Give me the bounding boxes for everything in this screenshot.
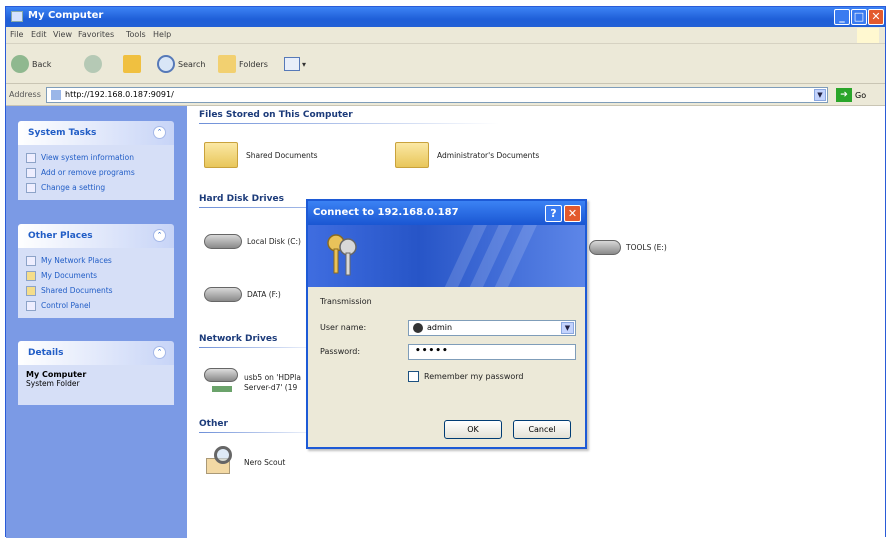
other-places-panel: Other Places ⌃ My Network Places My Docu… [18,224,174,318]
menu-edit[interactable]: Edit [31,30,47,39]
cancel-button[interactable]: Cancel [513,420,571,439]
user-name-combobox[interactable]: admin ▼ [408,320,576,336]
control-panel-icon [26,182,36,193]
toolbar: Back Search Folders ▾ [6,44,885,84]
dialog-message: Transmission [320,297,372,306]
address-label: Address [9,90,41,99]
title-bar[interactable]: My Computer _ □ ✕ [6,7,885,27]
minimize-button[interactable]: _ [834,9,850,25]
back-arrow-icon [11,55,29,73]
place-control-panel[interactable]: Control Panel [26,298,166,313]
details-type: System Folder [26,379,80,388]
search-icon [157,55,175,73]
help-button[interactable]: ? [545,205,562,222]
folder-icon [26,285,36,296]
dialog-title: Connect to 192.168.0.187 [313,207,459,218]
hard-disk-icon [589,240,621,255]
dialog-close-button[interactable]: ✕ [564,205,581,222]
group-header-files: Files Stored on This Computer [199,110,353,120]
hard-disk-icon [204,287,242,302]
details-name: My Computer [26,370,87,379]
window-title: My Computer [28,10,104,21]
folder-administrator-documents[interactable]: Administrator's Documents [395,142,539,168]
group-divider [199,123,499,124]
go-button[interactable]: ➔ Go [836,88,866,102]
search-button[interactable]: Search [157,54,205,74]
forward-arrow-icon [84,55,102,73]
user-icon [413,323,423,333]
folders-button[interactable]: Folders [218,54,268,74]
details-header[interactable]: Details ⌃ [18,341,174,365]
address-bar: Address http://192.168.0.187:9091/ ▼ ➔ G… [6,84,885,106]
collapse-icon[interactable]: ⌃ [153,126,166,139]
task-add-remove-programs[interactable]: Add or remove programs [26,165,166,180]
programs-icon [26,167,36,178]
network-drive-usb5[interactable]: usb5 on 'HDPla Server-d7' (19 [204,368,301,398]
user-name-value: admin [427,323,453,332]
dialog-title-bar[interactable]: Connect to 192.168.0.187 ? ✕ [308,201,585,225]
drive-local-disk-c[interactable]: Local Disk (C:) [204,234,301,249]
task-view-system-info[interactable]: View system information [26,150,166,165]
place-my-documents[interactable]: My Documents [26,268,166,283]
password-field[interactable]: ••••• [408,344,576,360]
user-name-label: User name: [320,323,367,332]
folder-icon [204,142,238,168]
task-change-setting[interactable]: Change a setting [26,180,166,195]
windows-flag-icon [857,28,879,43]
back-button[interactable]: Back [11,54,51,74]
menu-favorites[interactable]: Favorites [78,30,114,39]
password-label: Password: [320,347,361,356]
up-folder-button[interactable] [123,54,144,74]
network-drive-icon [204,368,238,398]
up-arrow-icon [123,55,141,73]
hard-disk-icon [204,234,242,249]
views-icon [284,57,300,71]
views-button[interactable]: ▾ [284,54,306,74]
group-header-network-drives: Network Drives [199,334,278,344]
collapse-icon[interactable]: ⌃ [153,346,166,359]
other-places-header[interactable]: Other Places ⌃ [18,224,174,248]
menu-file[interactable]: File [10,30,23,39]
folder-icon [26,270,36,281]
maximize-button[interactable]: □ [851,9,867,25]
nero-scout-icon [204,446,236,478]
task-pane: System Tasks ⌃ View system information A… [6,106,187,538]
group-header-other: Other [199,419,228,429]
folder-shared-documents[interactable]: Shared Documents [204,142,318,168]
network-places-icon [26,255,36,266]
address-dropdown-icon[interactable]: ▼ [814,89,826,101]
go-arrow-icon: ➔ [836,88,852,102]
collapse-icon[interactable]: ⌃ [153,229,166,242]
chevron-down-icon[interactable]: ▼ [561,322,574,334]
address-input[interactable]: http://192.168.0.187:9091/ ▼ [46,87,828,103]
dialog-banner [308,225,585,287]
connect-dialog: Connect to 192.168.0.187 ? ✕ Transmissio… [306,199,587,449]
place-my-network-places[interactable]: My Network Places [26,253,166,268]
address-value: http://192.168.0.187:9091/ [65,90,174,99]
my-computer-icon [11,11,23,22]
place-shared-documents[interactable]: Shared Documents [26,283,166,298]
drive-data-f[interactable]: DATA (F:) [204,287,281,302]
remember-password-checkbox[interactable] [408,371,419,382]
system-tasks-header[interactable]: System Tasks ⌃ [18,121,174,145]
drive-tools-e[interactable]: TOOLS (E:) [589,240,667,255]
ok-button[interactable]: OK [444,420,502,439]
web-page-icon [51,90,61,100]
remember-password-label[interactable]: Remember my password [424,372,524,381]
group-header-hard-disks: Hard Disk Drives [199,194,284,204]
menu-view[interactable]: View [53,30,72,39]
folder-icon [395,142,429,168]
menu-bar: File Edit View Favorites Tools Help [6,27,885,44]
system-info-icon [26,152,36,163]
keys-icon [327,234,357,276]
folders-icon [218,55,236,73]
close-button[interactable]: ✕ [868,9,884,25]
forward-button[interactable] [84,54,105,74]
system-tasks-panel: System Tasks ⌃ View system information A… [18,121,174,200]
menu-tools[interactable]: Tools [126,30,146,39]
details-panel: Details ⌃ My Computer System Folder [18,341,174,405]
control-panel-icon [26,300,36,311]
nero-scout-item[interactable]: Nero Scout [204,446,285,478]
menu-help[interactable]: Help [153,30,171,39]
